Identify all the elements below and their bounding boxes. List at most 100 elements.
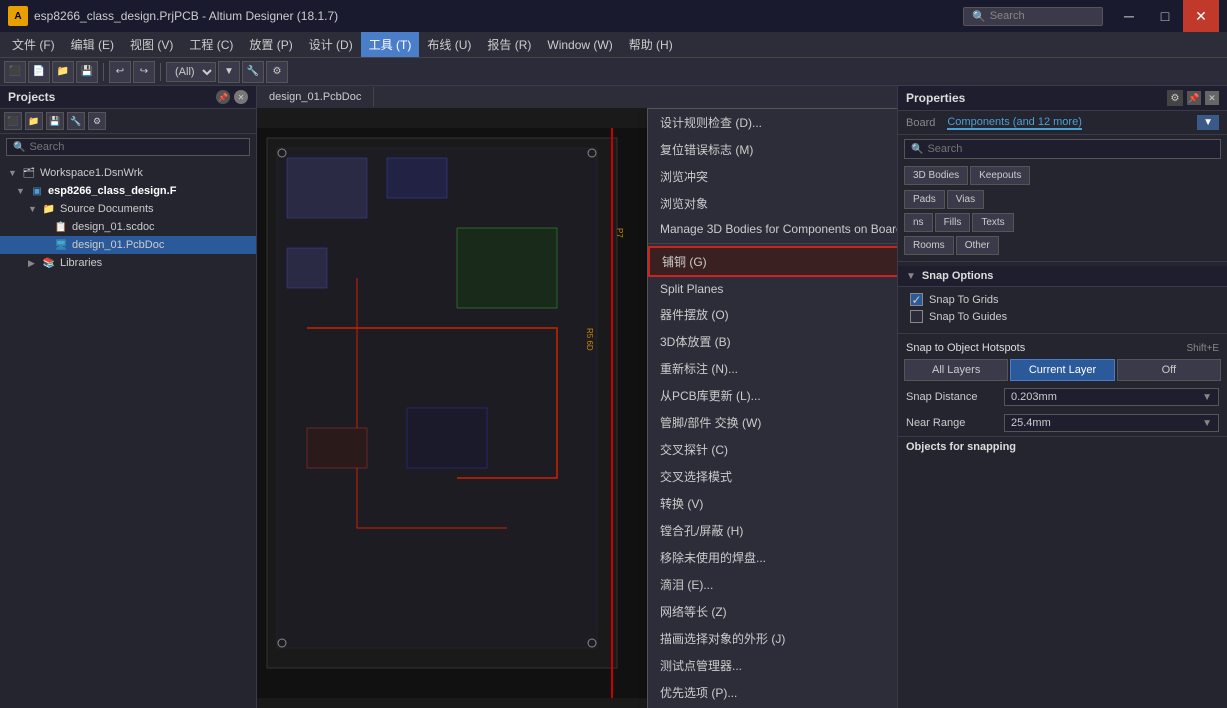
menu-item-cross-probe[interactable]: 交叉探针 (C) <box>648 436 897 463</box>
menu-file[interactable]: 文件 (F) <box>4 32 63 57</box>
toolbar-btn-1[interactable]: ⬛ <box>4 61 26 83</box>
snap-to-grids-checkbox[interactable]: ✓ <box>910 293 923 306</box>
filter-ns[interactable]: ns <box>904 213 933 232</box>
schematic-icon: 📋 <box>54 220 68 234</box>
props-settings-icon[interactable]: ⚙ <box>1167 90 1183 106</box>
menu-tools[interactable]: 工具 (T) <box>361 32 420 57</box>
snap-distance-value[interactable]: 0.203mm ▼ <box>1004 388 1219 406</box>
close-button[interactable]: ✕ <box>1183 0 1219 32</box>
tree-libraries[interactable]: ▶ 📚 Libraries <box>0 254 256 272</box>
menu-item-remove-pads[interactable]: 移除未使用的焊盘... <box>648 544 897 571</box>
props-search-input[interactable] <box>927 143 1214 155</box>
menu-place[interactable]: 放置 (P) <box>241 32 300 57</box>
menu-item-renumber[interactable]: 重新标注 (N)... <box>648 355 897 382</box>
toolbar-btn-4[interactable]: 💾 <box>76 61 98 83</box>
panel-close-button[interactable]: ✕ <box>234 90 248 104</box>
comp-filter-row-3: ns Fills Texts <box>898 211 1227 234</box>
menu-item-convert[interactable]: 转换 (V)▶ <box>648 490 897 517</box>
menu-item-update-lib[interactable]: 从PCB库更新 (L)... <box>648 382 897 409</box>
toolbar-btn-2[interactable]: 📄 <box>28 61 50 83</box>
pcb-tab-bar: design_01.PcbDoc <box>257 86 897 108</box>
projects-search-box[interactable]: 🔍 <box>6 138 250 156</box>
proj-tb-btn-2[interactable]: 📁 <box>25 112 43 130</box>
tree-pcbdoc[interactable]: ▶ 🖥 design_01.PcbDoc <box>0 236 256 254</box>
comp-filter-row-1: 3D Bodies Keepouts <box>898 163 1227 188</box>
menu-item-reset-err[interactable]: 复位错误标志 (M) <box>648 136 897 163</box>
menu-window[interactable]: Window (W) <box>539 34 620 56</box>
menu-item-teardrops[interactable]: 滴泪 (E)... <box>648 571 897 598</box>
menu-item-drc[interactable]: 设计规则检查 (D)... <box>648 109 897 136</box>
tab-components[interactable]: Components (and 12 more) <box>947 116 1082 130</box>
minimize-button[interactable]: ─ <box>1111 0 1147 32</box>
menu-route[interactable]: 布线 (U) <box>419 32 479 57</box>
props-close-button[interactable]: ✕ <box>1205 91 1219 105</box>
proj-tb-btn-4[interactable]: 🔧 <box>67 112 85 130</box>
filter-pads[interactable]: Pads <box>904 190 945 209</box>
comp-filter-row-4: Rooms Other <box>898 234 1227 257</box>
menu-item-testpoint[interactable]: 测试点管理器... <box>648 652 897 679</box>
menu-item-cross-select[interactable]: 交叉选择模式Shift+Ctrl+X <box>648 463 897 490</box>
menu-item-preferences[interactable]: 优先选项 (P)... <box>648 679 897 706</box>
project-label: esp8266_class_design.F <box>48 185 176 197</box>
properties-panel-header: Properties ⚙ 📌 ✕ <box>898 86 1227 111</box>
proj-tb-btn-1[interactable]: ⬛ <box>4 112 22 130</box>
maximize-button[interactable]: □ <box>1147 0 1183 32</box>
menu-item-pin-swap[interactable]: 管脚/部件 交换 (W)▶ <box>648 409 897 436</box>
menu-item-browse-conflict[interactable]: 浏览冲突Shift+V <box>648 163 897 190</box>
menu-item-cutout[interactable]: 镗合孔/屏蔽 (H)▶ <box>648 517 897 544</box>
tab-board[interactable]: Board <box>906 117 935 129</box>
tree-source-docs[interactable]: ▼ 📁 Source Documents <box>0 200 256 218</box>
filter-rooms[interactable]: Rooms <box>904 236 954 255</box>
near-range-value[interactable]: 25.4mm ▼ <box>1004 414 1219 432</box>
title-text: esp8266_class_design.PrjPCB - Altium Des… <box>34 9 338 23</box>
menu-item-copper-pour[interactable]: 铺铜 (G)▶ <box>648 246 897 277</box>
menu-edit[interactable]: 编辑 (E) <box>63 32 122 57</box>
zoom-dropdown[interactable]: (All) <box>166 62 216 82</box>
menu-item-component-place[interactable]: 器件摆放 (O)▶ <box>648 301 897 328</box>
proj-tb-btn-3[interactable]: 💾 <box>46 112 64 130</box>
tree-schdoc[interactable]: ▶ 📋 design_01.scdoc <box>0 218 256 236</box>
title-search[interactable]: 🔍 Search <box>963 7 1103 26</box>
pcb-tab[interactable]: design_01.PcbDoc <box>257 87 374 107</box>
props-search-box[interactable]: 🔍 <box>904 139 1221 159</box>
props-pin-button[interactable]: 📌 <box>1187 91 1201 105</box>
snap-to-guides-checkbox[interactable] <box>910 310 923 323</box>
snap-options-header[interactable]: ▼ Snap Options <box>898 266 1227 287</box>
filter-other[interactable]: Other <box>956 236 999 255</box>
menu-item-net-length[interactable]: 网络等长 (Z) <box>648 598 897 625</box>
toolbar-filter-2[interactable]: 🔧 <box>242 61 264 83</box>
projects-toolbar: ⬛ 📁 💾 🔧 ⚙ <box>0 109 256 134</box>
near-range-row: Near Range 25.4mm ▼ <box>898 410 1227 436</box>
proj-tb-btn-5[interactable]: ⚙ <box>88 112 106 130</box>
tree-workspace[interactable]: ▼ 🗂 Workspace1.DsnWrk <box>0 164 256 182</box>
folder-icon: 📁 <box>42 202 56 216</box>
menu-help[interactable]: 帮助 (H) <box>621 32 681 57</box>
projects-search-input[interactable] <box>29 141 243 153</box>
filter-fills[interactable]: Fills <box>935 213 971 232</box>
menu-reports[interactable]: 报告 (R) <box>479 32 539 57</box>
toolbar-btn-3[interactable]: 📁 <box>52 61 74 83</box>
snap-current-layer-btn[interactable]: Current Layer <box>1010 359 1114 381</box>
panel-pin-button[interactable]: 📌 <box>216 90 230 104</box>
menu-project[interactable]: 工程 (C) <box>181 32 241 57</box>
menu-item-outline[interactable]: 描画选择对象的外形 (J) <box>648 625 897 652</box>
tree-project[interactable]: ▼ ▣ esp8266_class_design.F <box>0 182 256 200</box>
menu-item-browse-obj[interactable]: 浏览对象Shift+X <box>648 190 897 217</box>
undo-button[interactable]: ↩ <box>109 61 131 83</box>
filter-texts[interactable]: Texts <box>972 213 1013 232</box>
filter-keepouts[interactable]: Keepouts <box>970 166 1030 185</box>
toolbar-filter-1[interactable]: ▼ <box>218 61 240 83</box>
snap-all-layers-btn[interactable]: All Layers <box>904 359 1008 381</box>
filter-button[interactable]: ▼ <box>1197 115 1219 130</box>
props-tabs: Board Components (and 12 more) ▼ <box>898 111 1227 135</box>
menu-item-3d-bodies[interactable]: Manage 3D Bodies for Components on Board… <box>648 217 897 241</box>
snap-off-btn[interactable]: Off <box>1117 359 1221 381</box>
toolbar-filter-3[interactable]: ⚙ <box>266 61 288 83</box>
menu-item-3d-place[interactable]: 3D体放置 (B)▶ <box>648 328 897 355</box>
filter-3d-bodies[interactable]: 3D Bodies <box>904 166 968 185</box>
menu-item-split-planes[interactable]: Split Planes▶ <box>648 277 897 301</box>
menu-view[interactable]: 视图 (V) <box>122 32 181 57</box>
redo-button[interactable]: ↪ <box>133 61 155 83</box>
filter-vias[interactable]: Vias <box>947 190 984 209</box>
menu-design[interactable]: 设计 (D) <box>301 32 361 57</box>
